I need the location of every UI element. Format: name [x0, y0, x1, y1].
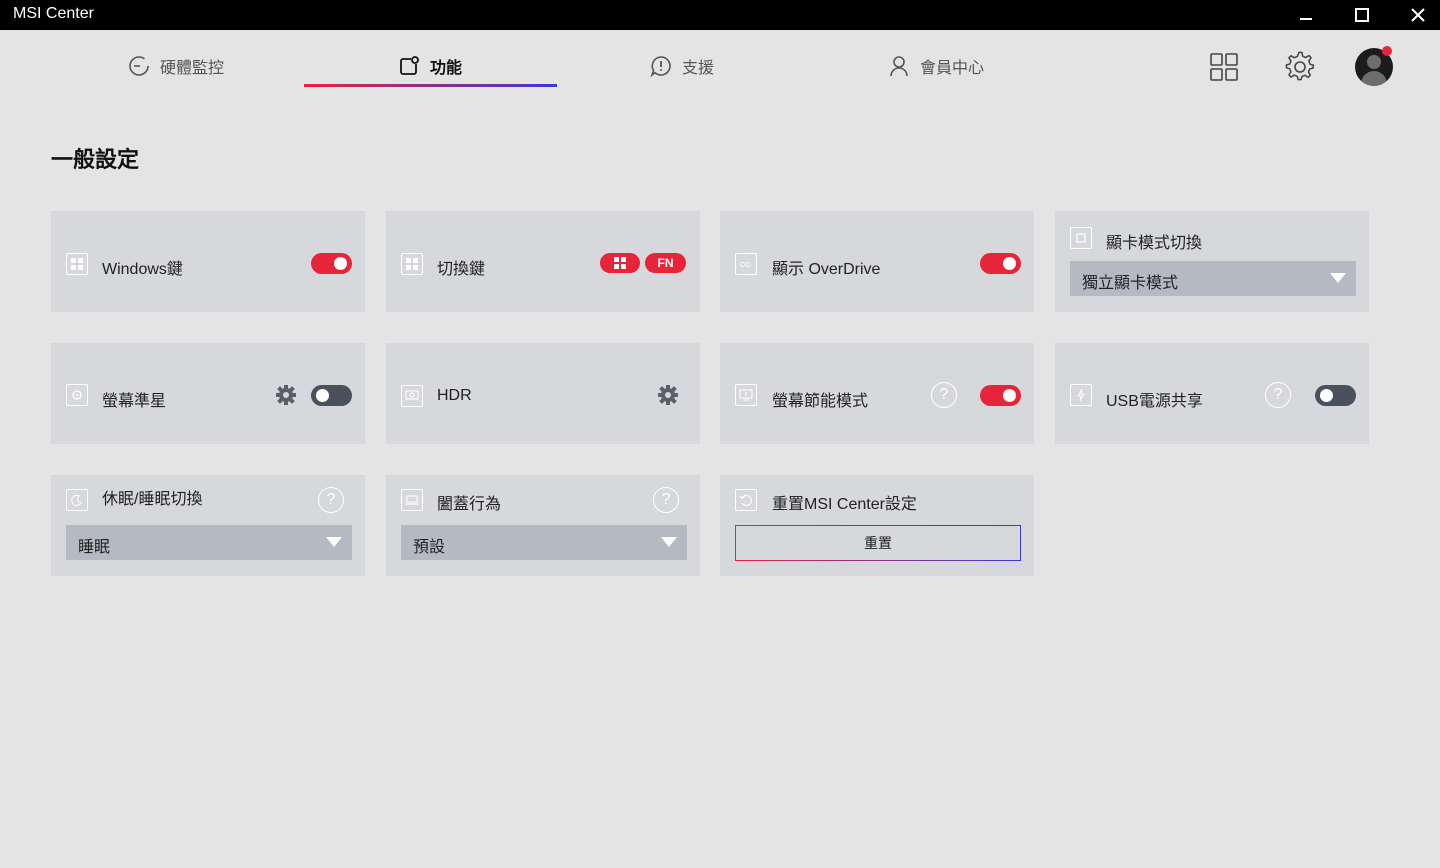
help-icon[interactable]: ? — [653, 487, 679, 513]
minimize-icon — [1300, 18, 1312, 20]
card-hdr: HDR — [386, 343, 700, 444]
moon-icon — [66, 489, 88, 511]
minimize-button[interactable] — [1278, 0, 1334, 30]
app-title: MSI Center — [13, 5, 94, 22]
help-icon[interactable]: ? — [931, 382, 957, 408]
gear-icon — [276, 385, 296, 405]
sleep-mode-select[interactable]: 睡眠 — [66, 525, 352, 560]
select-value: 獨立顯卡模式 — [1082, 275, 1179, 292]
card-gpu-mode: 顯卡模式切換 獨立顯卡模式 — [1055, 211, 1369, 312]
laptop-icon — [401, 489, 423, 511]
support-icon — [650, 56, 671, 77]
tab-support[interactable]: 支援 — [650, 46, 714, 86]
reset-button[interactable]: 重置 — [735, 525, 1021, 561]
monitor-icon — [735, 384, 757, 406]
tab-label: 會員中心 — [920, 60, 985, 77]
screen-saver-toggle[interactable] — [980, 385, 1021, 406]
title-bar: MSI Center — [0, 0, 1440, 30]
card-sleep-switch: 休眠/睡眠切換 ? 睡眠 — [51, 475, 365, 576]
card-label: 螢幕準星 — [102, 393, 167, 410]
tab-features[interactable]: 功能 — [398, 46, 462, 86]
gear-icon — [1285, 51, 1314, 81]
gauge-icon — [129, 56, 149, 76]
card-label: HDR — [437, 387, 472, 404]
windows-key-toggle[interactable] — [311, 253, 352, 274]
card-windows-key: Windows鍵 — [51, 211, 365, 312]
crosshair-toggle[interactable] — [311, 385, 352, 406]
windows-icon — [401, 253, 423, 275]
overdrive-toggle[interactable] — [980, 253, 1021, 274]
display-od-icon: OD — [735, 253, 757, 275]
tab-member-center[interactable]: 會員中心 — [888, 46, 984, 86]
card-label: 重置MSI Center設定 — [772, 496, 917, 513]
select-value: 預設 — [413, 539, 446, 556]
card-reset: 重置MSI Center設定 重置 — [720, 475, 1034, 576]
card-label: 螢幕節能模式 — [772, 393, 869, 410]
power-share-icon — [1070, 384, 1092, 406]
card-lid-action: 闔蓋行為 ? 預設 — [386, 475, 700, 576]
tab-label: 硬體監控 — [160, 60, 225, 77]
card-overdrive: OD 顯示 OverDrive — [720, 211, 1034, 312]
tab-label: 功能 — [430, 60, 463, 77]
gear-icon — [658, 385, 678, 405]
card-label: 顯卡模式切換 — [1106, 235, 1203, 252]
reset-icon — [735, 489, 757, 511]
notification-dot — [1382, 46, 1392, 56]
card-label: 休眠/睡眠切換 — [102, 491, 203, 508]
usb-share-toggle[interactable] — [1315, 385, 1356, 406]
svg-text:OD: OD — [740, 261, 751, 269]
card-switch-key: 切換鍵 FN — [386, 211, 700, 312]
help-icon[interactable]: ? — [318, 487, 344, 513]
crosshair-icon — [66, 384, 88, 406]
user-icon — [890, 56, 908, 77]
grid-icon — [1210, 53, 1238, 81]
close-button[interactable] — [1390, 0, 1440, 30]
feature-icon — [400, 56, 419, 75]
select-value: 睡眠 — [78, 539, 111, 556]
maximize-icon — [1355, 8, 1369, 22]
hdr-settings-button[interactable] — [657, 384, 679, 411]
lid-action-select[interactable]: 預設 — [401, 525, 687, 560]
hdr-icon — [401, 385, 423, 407]
settings-button[interactable] — [1284, 51, 1316, 83]
tab-hardware-monitor[interactable]: 硬體監控 — [128, 46, 224, 86]
chevron-down-icon — [326, 537, 342, 547]
card-screen-saver: 螢幕節能模式 ? — [720, 343, 1034, 444]
tab-label: 支援 — [682, 60, 715, 77]
help-icon[interactable]: ? — [1265, 382, 1291, 408]
card-label: 闔蓋行為 — [437, 496, 502, 513]
maximize-button[interactable] — [1334, 0, 1390, 30]
crosshair-settings-button[interactable] — [275, 384, 297, 411]
windows-icon — [66, 253, 88, 275]
close-icon — [1411, 8, 1425, 22]
active-tab-indicator — [304, 84, 557, 87]
page-title: 一般設定 — [51, 147, 140, 172]
gpu-mode-select[interactable]: 獨立顯卡模式 — [1070, 261, 1356, 296]
avatar-body — [1361, 71, 1387, 86]
win-key-option[interactable] — [600, 253, 640, 273]
card-label: 切換鍵 — [437, 261, 486, 278]
windows-logo-icon — [614, 257, 626, 269]
card-label: Windows鍵 — [102, 261, 183, 278]
top-nav: 硬體監控 功能 支援 會員中心 — [0, 30, 1440, 100]
gpu-icon — [1070, 227, 1092, 249]
grid-view-button[interactable] — [1209, 52, 1239, 82]
card-label: USB電源共享 — [1106, 393, 1203, 410]
card-usb-share: USB電源共享 ? — [1055, 343, 1369, 444]
card-label: 顯示 OverDrive — [772, 261, 881, 278]
chevron-down-icon — [1330, 273, 1346, 283]
chevron-down-icon — [661, 537, 677, 547]
fn-key-option[interactable]: FN — [645, 253, 686, 273]
avatar-head — [1367, 55, 1381, 69]
card-crosshair: 螢幕準星 — [51, 343, 365, 444]
